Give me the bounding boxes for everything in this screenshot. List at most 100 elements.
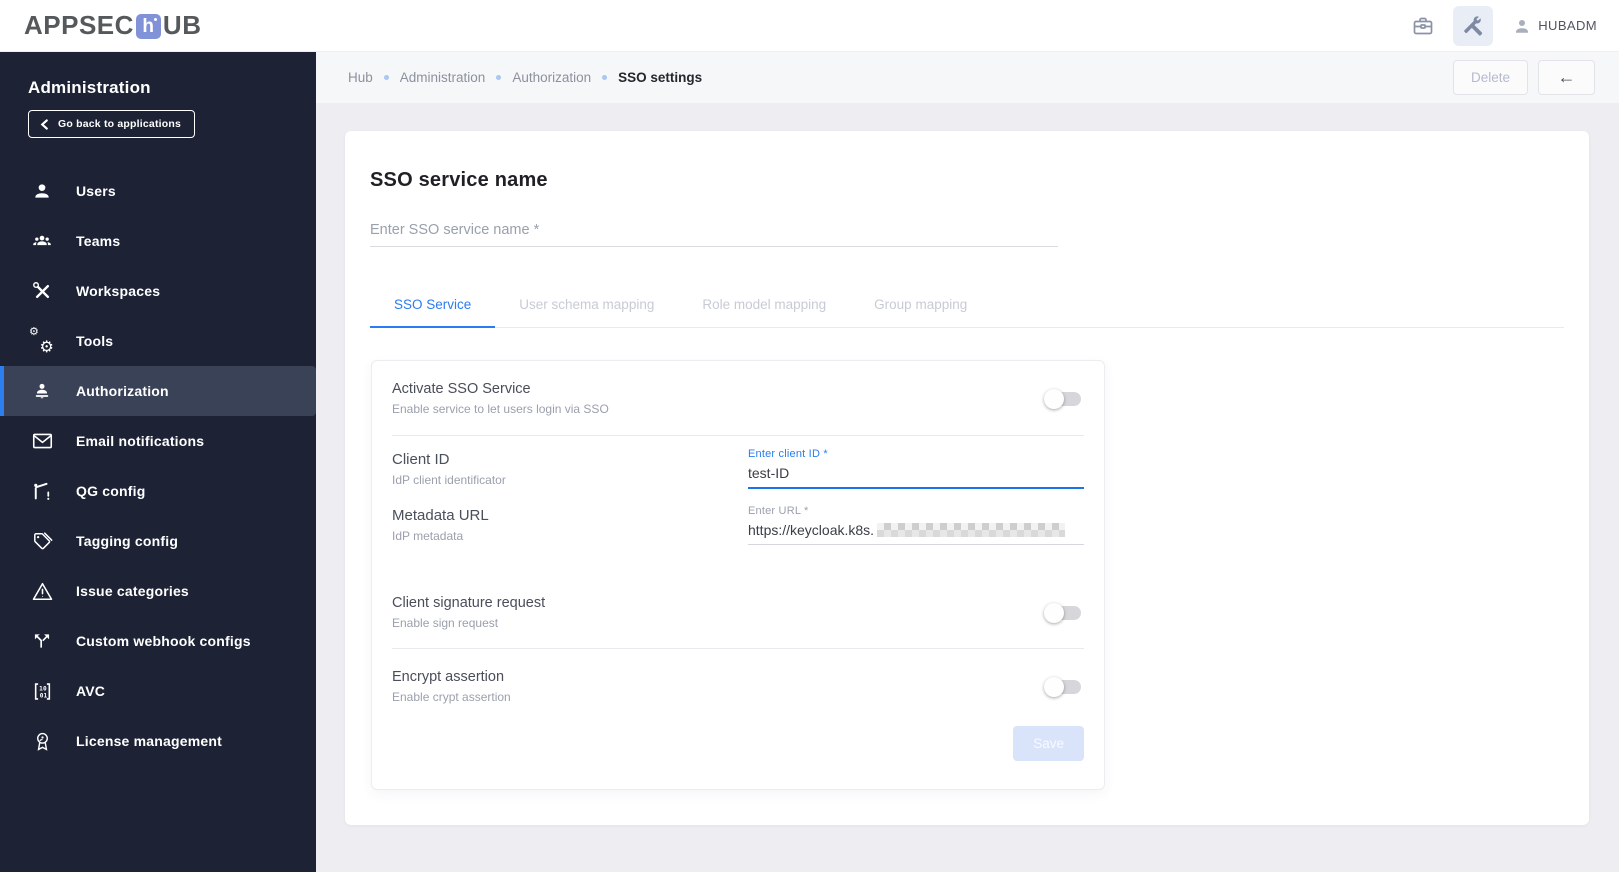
person-podium-icon	[30, 379, 54, 403]
sidebar-item-authorization[interactable]: Authorization	[0, 366, 316, 416]
breadcrumb-current: SSO settings	[618, 70, 703, 85]
admin-tools-icon[interactable]	[1453, 5, 1494, 46]
sidebar-item-label: Tools	[76, 333, 114, 349]
sidebar-item-label: Email notifications	[76, 433, 205, 449]
go-back-to-applications-button[interactable]: Go back to applications	[28, 110, 196, 138]
activate-sso-row: Activate SSO Service Enable service to l…	[392, 361, 1084, 436]
sidebar-item-label: Authorization	[76, 383, 169, 399]
sidebar-item-tools[interactable]: ⚙ ⚙ Tools	[0, 316, 316, 366]
top-header: APPSEC h UB HUBADM	[0, 0, 1619, 52]
sidebar-item-email-notifications[interactable]: Email notifications	[0, 416, 316, 466]
sidebar-item-label: Teams	[76, 233, 121, 249]
breadcrumb-administration[interactable]: Administration	[400, 70, 486, 85]
row-title: Client ID	[392, 450, 450, 468]
sidebar-item-custom-webhook-configs[interactable]: Custom webhook configs	[0, 616, 316, 666]
row-title: Activate SSO Service	[392, 381, 531, 397]
breadcrumb: Hub Administration Authorization SSO set…	[348, 70, 702, 85]
breadcrumb-hub[interactable]: Hub	[348, 70, 373, 85]
breadcrumb-separator-dot	[602, 75, 608, 80]
briefcase-icon[interactable]	[1403, 6, 1443, 46]
sidebar-item-workspaces[interactable]: Workspaces	[0, 266, 316, 316]
breadcrumb-separator-dot	[496, 75, 502, 80]
sidebar-item-avc[interactable]: 10 01 AVC	[0, 666, 316, 716]
sidebar-item-label: License management	[76, 733, 222, 749]
sidebar-item-qg-config[interactable]: QG config	[0, 466, 316, 516]
row-subtitle: IdP metadata	[392, 529, 464, 543]
row-subtitle: Enable service to let users login via SS…	[392, 402, 609, 416]
username: HUBADM	[1538, 18, 1597, 33]
teams-icon	[30, 229, 54, 253]
save-button[interactable]: Save	[1013, 726, 1084, 761]
sso-service-name-input[interactable]	[370, 216, 1058, 247]
svg-text:01: 01	[39, 692, 47, 699]
logo-text-right: UB	[162, 10, 202, 40]
boom-gate-icon	[30, 479, 54, 503]
sidebar-item-label: QG config	[76, 483, 146, 499]
sso-settings-card: SSO service name SSO Service User schema…	[345, 131, 1589, 825]
row-subtitle: Enable sign request	[392, 616, 499, 630]
metadata-url-row: Metadata URL IdP metadata Enter URL * ht…	[392, 505, 1084, 545]
user-icon	[30, 179, 54, 203]
row-title: Metadata URL	[392, 507, 489, 524]
row-title: Client signature request	[392, 595, 546, 611]
breadcrumb-bar: Hub Administration Authorization SSO set…	[316, 52, 1619, 103]
main-content: SSO service name SSO Service User schema…	[316, 103, 1619, 872]
sidebar-item-label: Custom webhook configs	[76, 633, 251, 649]
award-icon	[30, 729, 54, 753]
breadcrumb-separator-dot	[383, 75, 389, 80]
delete-button[interactable]: Delete	[1452, 60, 1528, 95]
sidebar-title: Administration	[28, 78, 151, 97]
client-signature-toggle[interactable]	[1044, 602, 1081, 623]
client-signature-row: Client signature request Enable sign req…	[392, 581, 1084, 649]
back-arrow-icon: ←	[1557, 67, 1576, 87]
sidebar-item-license-management[interactable]: License management	[0, 716, 316, 766]
sidebar-item-issue-categories[interactable]: Issue categories	[0, 566, 316, 616]
row-subtitle: IdP client identificator	[392, 472, 506, 487]
binary-brackets-icon: 10 01	[30, 679, 54, 703]
row-title: Encrypt assertion	[392, 669, 505, 685]
tab-role-model-mapping[interactable]: Role model mapping	[678, 285, 850, 327]
sidebar-nav: Users Teams Workspaces ⚙ ⚙ Tools Authori…	[0, 166, 316, 766]
tag-icon	[30, 529, 54, 553]
breadcrumb-authorization[interactable]: Authorization	[512, 70, 591, 85]
sidebar-item-label: AVC	[76, 683, 106, 699]
sso-service-name-field	[370, 216, 1058, 247]
tab-user-schema-mapping[interactable]: User schema mapping	[495, 285, 678, 327]
chevron-left-icon	[40, 118, 48, 130]
client-id-input[interactable]	[748, 460, 1084, 489]
envelope-icon	[30, 429, 54, 453]
user-avatar-icon	[1516, 19, 1529, 33]
user-menu[interactable]: HUBADM	[1513, 17, 1597, 35]
sidebar-item-label: Issue categories	[76, 583, 189, 599]
redacted-url-segment	[877, 523, 1066, 537]
logo-h-icon: h	[135, 14, 161, 39]
sidebar: Administration Go back to applications U…	[0, 52, 316, 872]
sidebar-item-teams[interactable]: Teams	[0, 216, 316, 266]
encrypt-assertion-row: Encrypt assertion Enable crypt assertion	[392, 663, 1084, 704]
tab-sso-service[interactable]: SSO Service	[370, 285, 496, 328]
split-arrows-icon	[30, 629, 54, 653]
row-subtitle: Enable crypt assertion	[392, 690, 511, 704]
hammer-wrench-icon	[30, 279, 54, 303]
header-actions: HUBADM	[1403, 5, 1597, 46]
activate-sso-toggle[interactable]	[1044, 388, 1081, 409]
encrypt-assertion-toggle[interactable]	[1044, 676, 1081, 697]
page-title: SSO service name	[370, 169, 548, 191]
sidebar-item-tagging-config[interactable]: Tagging config	[0, 516, 316, 566]
sidebar-item-users[interactable]: Users	[0, 166, 316, 216]
client-id-floating-label: Enter client ID *	[748, 448, 828, 460]
sso-service-form: Activate SSO Service Enable service to l…	[371, 360, 1105, 790]
metadata-url-input[interactable]: https://keycloak.k8s.	[748, 517, 1084, 545]
svg-text:10: 10	[39, 685, 47, 692]
tab-bar: SSO Service User schema mapping Role mod…	[370, 285, 1564, 328]
sidebar-item-label: Workspaces	[76, 283, 161, 299]
tab-group-mapping[interactable]: Group mapping	[850, 285, 991, 327]
client-id-row: Client ID IdP client identificator Enter…	[392, 448, 1084, 489]
back-arrow-button[interactable]: ←	[1538, 60, 1595, 95]
logo-text-left: APPSEC	[24, 10, 134, 40]
sidebar-item-label: Users	[76, 183, 116, 199]
metadata-url-value: https://keycloak.k8s.	[748, 522, 875, 538]
sidebar-item-label: Tagging config	[76, 533, 179, 549]
gears-icon: ⚙ ⚙	[29, 325, 54, 356]
app-logo: APPSEC h UB	[24, 10, 201, 41]
